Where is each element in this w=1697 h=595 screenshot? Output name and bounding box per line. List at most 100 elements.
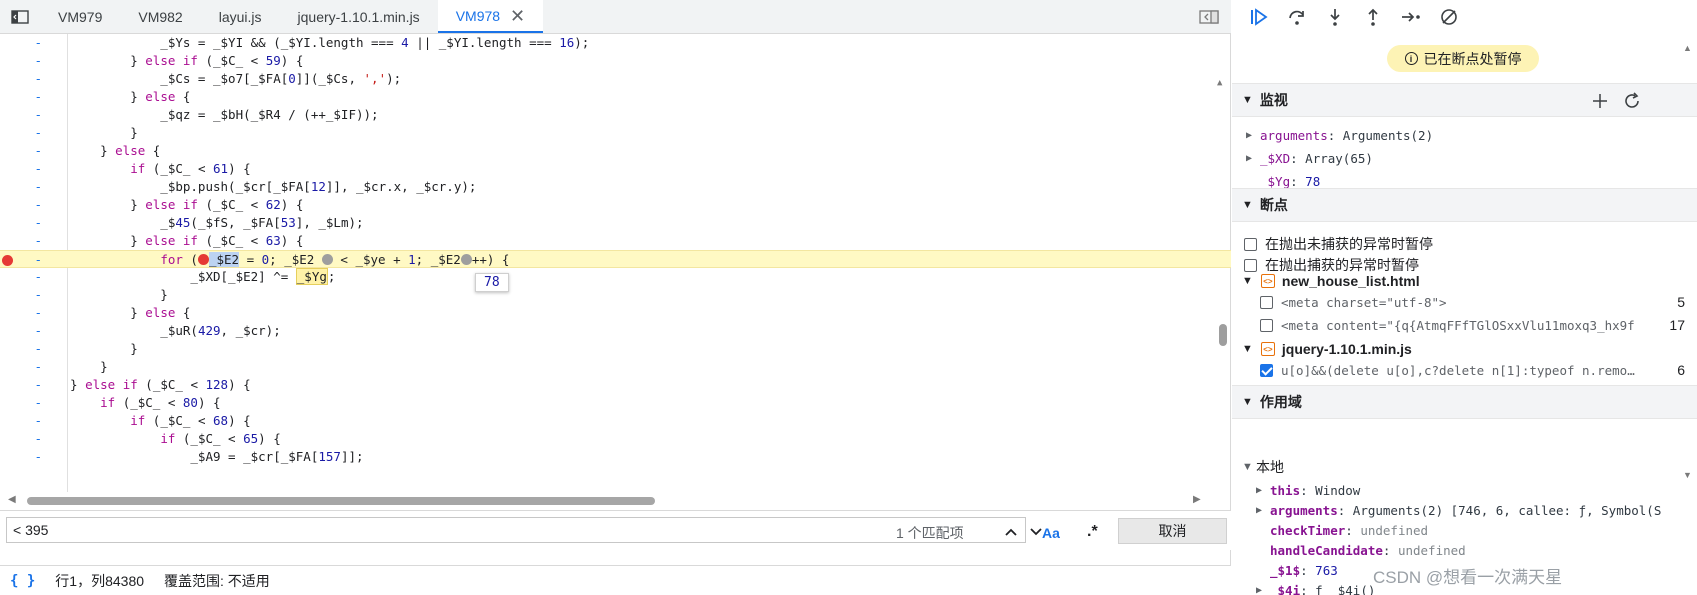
scroll-up-icon[interactable]: ▲ xyxy=(1217,78,1222,88)
step-over-button[interactable] xyxy=(1278,3,1316,31)
watch-item[interactable]: ▶ _$XD: Array(65) xyxy=(1246,148,1373,168)
code-text: if (_$C_ < 80) { xyxy=(100,395,221,410)
code-text: if (_$C_ < 68) { xyxy=(130,413,251,428)
line-marker[interactable]: - xyxy=(0,268,46,286)
pause-uncaught-option[interactable]: 在抛出未捕获的异常时暂停 xyxy=(1244,234,1433,254)
scope-item[interactable]: ▶ this: Window xyxy=(1256,480,1360,500)
breakpoint-entry[interactable]: u[o]&&(delete u[o],c?delete n[1]:typeof … xyxy=(1260,359,1685,381)
previous-match-button[interactable] xyxy=(1000,521,1022,543)
line-marker[interactable]: - xyxy=(0,251,46,269)
close-tab-icon[interactable]: ✕ xyxy=(510,7,525,25)
breakpoint-checkbox[interactable] xyxy=(1260,363,1273,377)
tab-jquery[interactable]: jquery-1.10.1.min.js xyxy=(280,0,438,33)
code-area[interactable]: - _$Ys = _$YI && (_$YI.length === 4 || _… xyxy=(0,34,1231,492)
expanded-triangle-icon: ▼ xyxy=(1242,275,1253,287)
cancel-search-button[interactable]: 取消 xyxy=(1118,518,1227,544)
line-marker[interactable]: - xyxy=(0,106,46,124)
line-marker[interactable]: - xyxy=(0,178,46,196)
tab-label: jquery-1.10.1.min.js xyxy=(297,8,420,25)
step-icon xyxy=(1402,12,1420,22)
line-marker[interactable]: - xyxy=(0,142,46,160)
watch-item[interactable]: ▶ arguments: Arguments(2) xyxy=(1246,125,1433,145)
status-bar: { } 行1，列84380 覆盖范围: 不适用 xyxy=(0,565,1231,595)
line-marker[interactable]: - xyxy=(0,196,46,214)
refresh-watch-button[interactable] xyxy=(1620,89,1644,113)
pretty-print-button[interactable]: { } xyxy=(10,573,35,589)
regex-toggle[interactable]: .* xyxy=(1087,523,1098,541)
step-into-icon xyxy=(1330,9,1340,26)
scope-local-header[interactable]: ▼ 本地 xyxy=(1242,457,1284,477)
tab-layui-js[interactable]: layui.js xyxy=(201,0,280,33)
scope-item[interactable]: handleCandidate: undefined xyxy=(1270,540,1466,560)
add-watch-button[interactable] xyxy=(1588,89,1612,113)
scroll-left-icon[interactable]: ◀ xyxy=(8,494,16,505)
line-marker[interactable]: - xyxy=(0,430,46,448)
tab-vm978[interactable]: VM978 ✕ xyxy=(437,0,544,33)
line-marker[interactable]: - xyxy=(0,448,46,466)
scope-name: _$4i xyxy=(1270,582,1301,595)
step-into-button[interactable] xyxy=(1316,3,1354,31)
sidebar-scroll-up-icon[interactable]: ▲ xyxy=(1683,43,1692,53)
watch-section-header[interactable]: ▼ 监视 xyxy=(1232,83,1697,117)
line-marker[interactable]: - xyxy=(0,376,46,394)
scroll-right-icon[interactable]: ▶ xyxy=(1193,494,1201,505)
match-case-toggle[interactable]: Aa xyxy=(1042,525,1060,541)
inline-breakpoint-icon[interactable] xyxy=(197,254,209,265)
vertical-scrollbar-thumb[interactable] xyxy=(1219,324,1227,346)
file-name: new_house_list.html xyxy=(1281,273,1420,289)
line-marker[interactable]: - xyxy=(0,52,46,70)
search-input[interactable]: < 395 xyxy=(6,517,1026,543)
info-icon: i xyxy=(1404,52,1418,65)
tab-vm979[interactable]: VM979 xyxy=(40,0,120,33)
scope-value: Window xyxy=(1315,482,1361,498)
line-marker[interactable]: - xyxy=(0,34,46,52)
line-marker[interactable]: - xyxy=(0,160,46,178)
step-button[interactable] xyxy=(1392,3,1430,31)
horizontal-scrollbar[interactable]: ◀ ▶ xyxy=(0,492,1231,508)
sidebar-scroll-down-icon[interactable]: ▼ xyxy=(1683,470,1692,480)
line-marker[interactable]: - xyxy=(0,304,46,322)
step-out-button[interactable] xyxy=(1354,3,1392,31)
scope-item[interactable]: _$1$: 763 xyxy=(1270,560,1338,580)
breakpoint-checkbox[interactable] xyxy=(1260,318,1273,332)
line-marker[interactable]: - xyxy=(0,88,46,106)
line-marker[interactable]: - xyxy=(0,124,46,142)
breakpoint-file-header[interactable]: ▼ <> new_house_list.html xyxy=(1242,270,1420,292)
code-line: - } xyxy=(0,286,1231,304)
code-line: - } xyxy=(0,340,1231,358)
toggle-navigator-icon[interactable] xyxy=(0,0,40,33)
deactivate-breakpoints-button[interactable] xyxy=(1430,3,1468,31)
paused-code-line: - for (_$E2 = 0; _$E2 < _$ye + 1; _$E2 ++… xyxy=(0,250,1231,268)
breakpoint-entry[interactable]: <meta charset="utf-8"> 5 xyxy=(1260,291,1685,313)
step-over-icon xyxy=(1289,10,1304,25)
inline-breakpoint-icon[interactable] xyxy=(321,254,333,265)
tab-vm982[interactable]: VM982 xyxy=(120,0,200,33)
expanded-triangle-icon: ▼ xyxy=(1242,396,1253,408)
line-marker[interactable]: - xyxy=(0,340,46,358)
breakpoint-file-header[interactable]: ▼ <> jquery-1.10.1.min.js xyxy=(1242,338,1412,360)
expand-triangle-icon: ▶ xyxy=(1256,584,1263,595)
toggle-debugger-icon[interactable] xyxy=(1199,0,1219,34)
line-marker[interactable]: - xyxy=(0,214,46,232)
line-marker[interactable]: - xyxy=(0,286,46,304)
code-text: } xyxy=(70,125,138,140)
chevron-up-icon xyxy=(1005,528,1017,536)
scope-item[interactable]: checkTimer: undefined xyxy=(1270,520,1428,540)
scope-section-header[interactable]: ▼ 作用域 xyxy=(1232,385,1697,419)
line-marker[interactable]: - xyxy=(0,322,46,340)
breakpoints-section-header[interactable]: ▼ 断点 xyxy=(1232,188,1697,222)
pause-uncaught-checkbox[interactable] xyxy=(1244,237,1257,251)
line-marker[interactable]: - xyxy=(0,358,46,376)
scope-item[interactable]: ▶ _$4i: ƒ _$4i() xyxy=(1256,580,1375,595)
line-marker[interactable]: - xyxy=(0,70,46,88)
horizontal-scrollbar-thumb[interactable] xyxy=(27,497,655,505)
breakpoint-entry[interactable]: <meta content="{q{AtmqFFfTGlOSxxVlu11mox… xyxy=(1260,314,1685,336)
scope-item[interactable]: ▶ arguments: Arguments(2) [746, 6, calle… xyxy=(1256,500,1661,520)
breakpoint-checkbox[interactable] xyxy=(1260,295,1273,309)
resume-button[interactable] xyxy=(1240,3,1278,31)
line-marker[interactable]: - xyxy=(0,232,46,250)
code-text: } xyxy=(70,287,168,302)
line-marker[interactable]: - xyxy=(0,412,46,430)
inline-breakpoint-icon[interactable] xyxy=(460,254,472,265)
line-marker[interactable]: - xyxy=(0,394,46,412)
